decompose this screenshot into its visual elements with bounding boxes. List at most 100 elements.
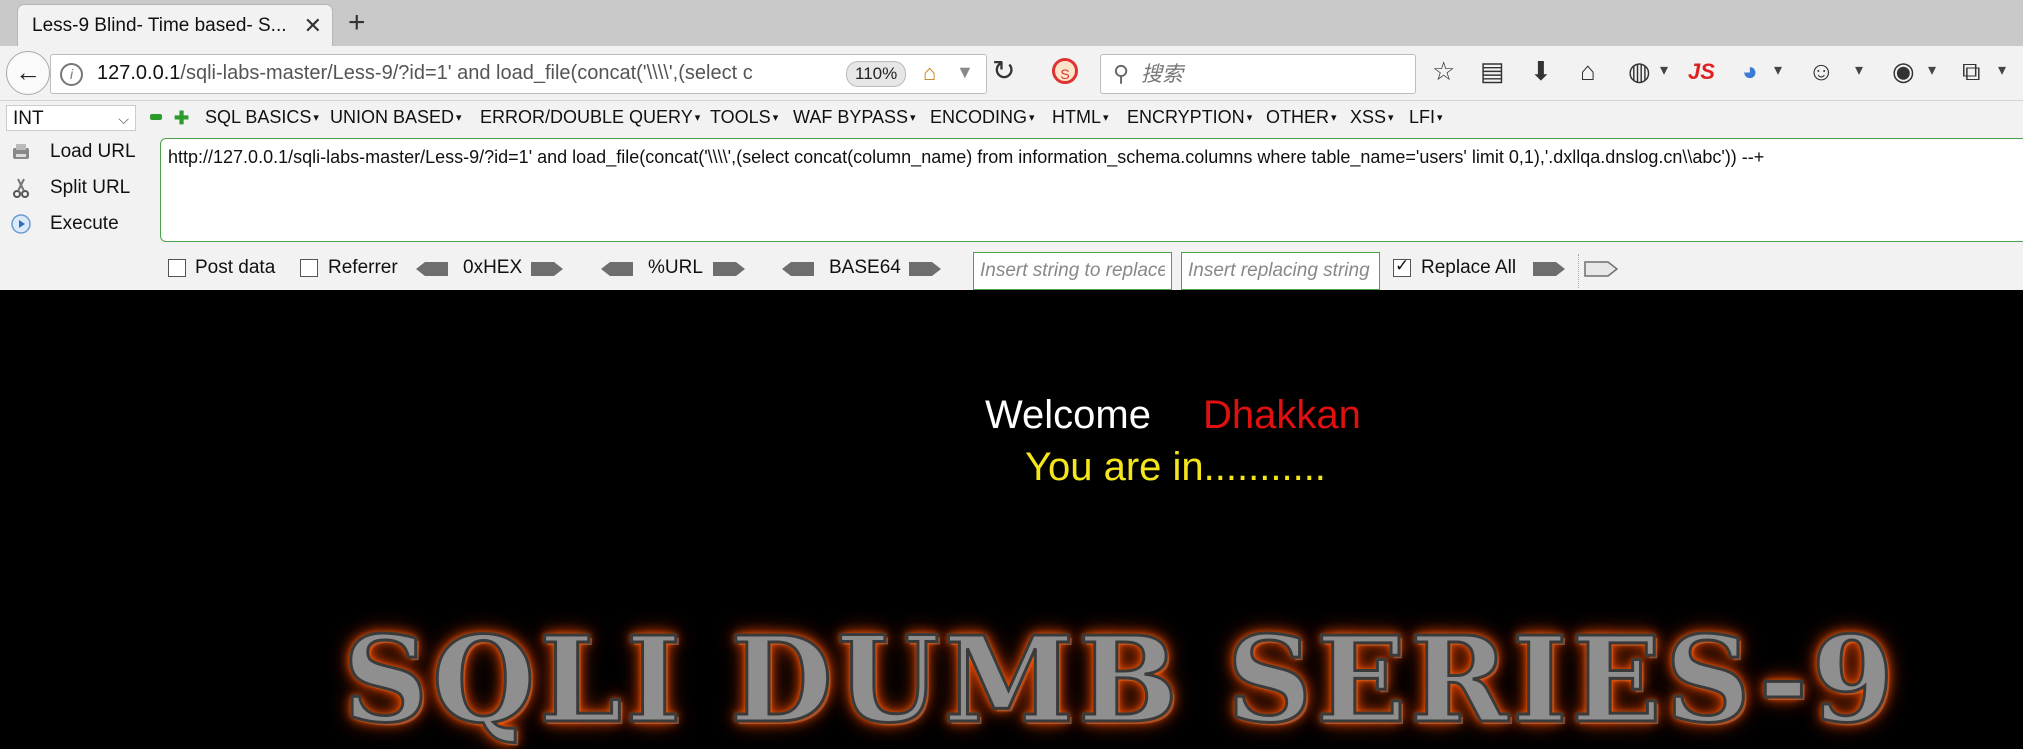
- post-data-label: Post data: [195, 257, 276, 278]
- navigation-bar: ← i 127.0.0.1/sqli-labs-master/Less-9/?i…: [0, 46, 2023, 101]
- url-path: /sqli-labs-master/Less-9/?id=1' and load…: [180, 62, 753, 84]
- hex-decode-arrow-icon[interactable]: [415, 260, 449, 278]
- globe-dropdown-icon[interactable]: ▾: [1660, 60, 1668, 80]
- load-url-button[interactable]: Load URL: [10, 141, 136, 163]
- menu-label: SQL BASICS: [205, 107, 312, 127]
- base64-decode-arrow-icon[interactable]: [781, 260, 815, 278]
- address-bar[interactable]: i 127.0.0.1/sqli-labs-master/Less-9/?id=…: [50, 54, 987, 94]
- load-url-icon: [13, 144, 29, 159]
- homepage-icon[interactable]: ⌂: [923, 60, 936, 86]
- tab-title: Less-9 Blind- Time based- S...: [32, 15, 287, 36]
- base64-encode-arrow-icon[interactable]: [908, 260, 942, 278]
- menu-encryption[interactable]: ENCRYPTION ▾: [1127, 107, 1252, 128]
- replace-next-arrow-icon[interactable]: [1584, 260, 1618, 278]
- home-icon[interactable]: ⌂: [1580, 56, 1596, 87]
- menu-label: OTHER: [1266, 107, 1329, 127]
- post-data-checkbox[interactable]: [168, 259, 186, 277]
- reader-list-icon[interactable]: ▤: [1480, 56, 1505, 87]
- status-message: You are in...........: [1025, 445, 1326, 489]
- palette-icon[interactable]: ☺: [1808, 56, 1835, 87]
- type-select[interactable]: INT ⌵: [6, 105, 136, 131]
- hackbar-url-textarea[interactable]: http://127.0.0.1/sqli-labs-master/Less-9…: [160, 138, 2023, 242]
- download-icon[interactable]: ⬇: [1530, 56, 1552, 87]
- site-info-icon[interactable]: i: [60, 63, 83, 86]
- search-icon: ⚲: [1113, 61, 1130, 86]
- menu-label: XSS: [1350, 107, 1387, 127]
- scissors-icon: [13, 178, 29, 198]
- menu-label: ENCODING: [930, 107, 1028, 127]
- menu-label: LFI: [1409, 107, 1436, 127]
- javascript-toggle-icon[interactable]: JS: [1688, 59, 1715, 85]
- replace-from-input[interactable]: [973, 252, 1172, 290]
- url-decode-arrow-icon[interactable]: [600, 260, 634, 278]
- welcome-text: Welcome: [985, 393, 1151, 437]
- menu-tools[interactable]: TOOLS ▾: [710, 107, 778, 128]
- decrease-icon[interactable]: [150, 114, 162, 120]
- address-text[interactable]: 127.0.0.1/sqli-labs-master/Less-9/?id=1'…: [97, 62, 887, 85]
- menu-label: ERROR/DOUBLE QUERY: [480, 107, 693, 127]
- replace-with-input[interactable]: [1181, 252, 1380, 290]
- divider: [1578, 254, 1579, 288]
- hackbar-actions: Load URL Split URL Execute: [0, 135, 160, 245]
- replace-arrow-icon[interactable]: [1532, 260, 1566, 278]
- translate-dropdown-icon[interactable]: ▾: [1774, 60, 1782, 80]
- back-button[interactable]: ←: [6, 51, 50, 95]
- execute-button[interactable]: Execute: [10, 213, 119, 235]
- search-input[interactable]: [1139, 59, 1403, 89]
- hackbar-url-value: http://127.0.0.1/sqli-labs-master/Less-9…: [168, 147, 1765, 167]
- addon-dropdown-icon[interactable]: ▾: [1928, 60, 1936, 80]
- reload-icon[interactable]: ↻: [992, 54, 1015, 87]
- hex-label: 0xHEX: [463, 257, 523, 278]
- palette-dropdown-icon[interactable]: ▾: [1855, 60, 1863, 80]
- menu-waf-bypass[interactable]: WAF BYPASS ▾: [793, 107, 916, 128]
- page-content: Welcome Dhakkan You are in........... SQ…: [0, 290, 2023, 749]
- menu-label: UNION BASED: [330, 107, 455, 127]
- menu-other[interactable]: OTHER ▾: [1266, 107, 1337, 128]
- browser-chrome: Less-9 Blind- Time based- S... ✕ + ← i 1…: [0, 0, 2023, 290]
- menu-lfi[interactable]: LFI ▾: [1409, 107, 1443, 128]
- increase-icon[interactable]: ✚: [174, 108, 189, 129]
- search-box[interactable]: ⚲: [1100, 54, 1416, 94]
- addon-icon[interactable]: ◉: [1892, 56, 1915, 87]
- replace-all-label: Replace All: [1421, 257, 1517, 278]
- noscript-icon[interactable]: S: [1052, 58, 1078, 84]
- url-encode-arrow-icon[interactable]: [712, 260, 746, 278]
- play-icon: [11, 214, 31, 234]
- menu-error-double-query[interactable]: ERROR/DOUBLE QUERY ▾: [480, 107, 700, 128]
- menu-label: WAF BYPASS: [793, 107, 909, 127]
- menu-xss[interactable]: XSS ▾: [1350, 107, 1394, 128]
- url-dropdown-icon[interactable]: ▼: [956, 62, 974, 83]
- hex-encode-arrow-icon[interactable]: [530, 260, 564, 278]
- replace-all-checkbox[interactable]: [1393, 256, 1411, 277]
- split-url-button[interactable]: Split URL: [10, 177, 130, 199]
- load-url-label: Load URL: [50, 141, 136, 163]
- menu-label: ENCRYPTION: [1127, 107, 1245, 127]
- zoom-level[interactable]: 110%: [846, 61, 907, 87]
- menu-label: TOOLS: [710, 107, 771, 127]
- globe-icon[interactable]: ◍: [1628, 56, 1651, 87]
- menu-label: HTML: [1052, 107, 1101, 127]
- type-select-value: INT: [13, 108, 44, 129]
- tab-strip: Less-9 Blind- Time based- S... ✕ +: [0, 0, 2023, 46]
- split-url-label: Split URL: [50, 177, 131, 199]
- translate-icon[interactable]: ◕: [1742, 56, 1758, 87]
- url-label: %URL: [648, 257, 703, 278]
- referrer-checkbox[interactable]: [300, 259, 318, 277]
- close-tab-icon[interactable]: ✕: [304, 13, 322, 39]
- back-arrow-icon: ←: [15, 57, 41, 87]
- sidebar-dropdown-icon[interactable]: ▾: [1998, 60, 2006, 80]
- new-tab-icon[interactable]: +: [348, 6, 366, 40]
- user-name: Dhakkan: [1203, 393, 1361, 437]
- execute-label: Execute: [50, 213, 119, 235]
- hackbar-toolbar: INT ⌵ ✚ SQL BASICS ▾ UNION BASED ▾ ERROR/D…: [0, 101, 2023, 135]
- menu-html[interactable]: HTML ▾: [1052, 107, 1109, 128]
- chevron-down-icon: ⌵: [118, 111, 129, 127]
- active-tab[interactable]: Less-9 Blind- Time based- S... ✕: [18, 5, 332, 46]
- url-host: 127.0.0.1: [97, 62, 181, 84]
- menu-union-based[interactable]: UNION BASED ▾: [330, 107, 462, 128]
- referrer-label: Referrer: [328, 257, 398, 278]
- bookmark-star-icon[interactable]: ☆: [1432, 56, 1455, 87]
- menu-encoding[interactable]: ENCODING ▾: [930, 107, 1035, 128]
- sidebar-icon[interactable]: ⧉: [1962, 56, 1981, 88]
- menu-sql-basics[interactable]: SQL BASICS ▾: [205, 107, 319, 128]
